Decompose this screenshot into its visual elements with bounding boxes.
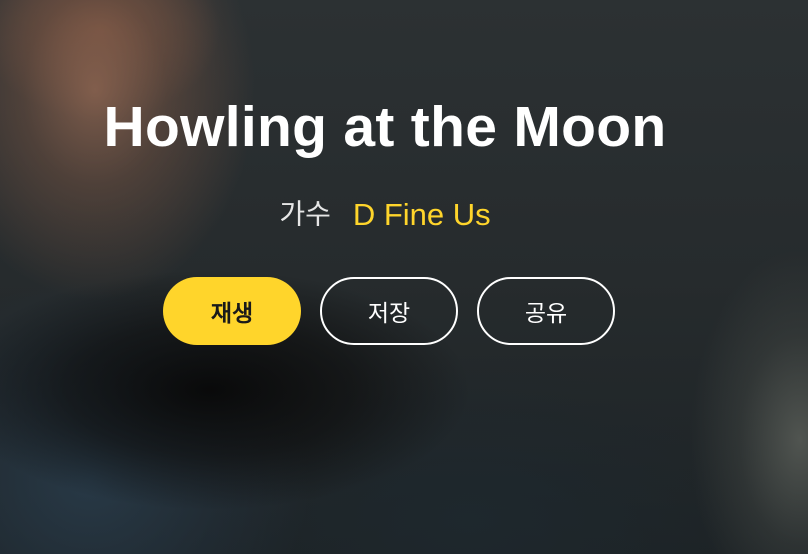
artist-row: 가수 D Fine Us (0, 192, 770, 237)
save-button[interactable]: 저장 (320, 277, 458, 345)
song-header: Howling at the Moon 가수 D Fine Us 재생 저장 공유 (0, 0, 808, 554)
artist-name-link[interactable]: D Fine Us (353, 197, 491, 232)
play-button[interactable]: 재생 (163, 277, 301, 345)
share-button[interactable]: 공유 (477, 277, 615, 345)
action-buttons: 재생 저장 공유 (163, 277, 615, 345)
artist-label: 가수 (279, 197, 331, 231)
song-title: Howling at the Moon (103, 95, 667, 159)
